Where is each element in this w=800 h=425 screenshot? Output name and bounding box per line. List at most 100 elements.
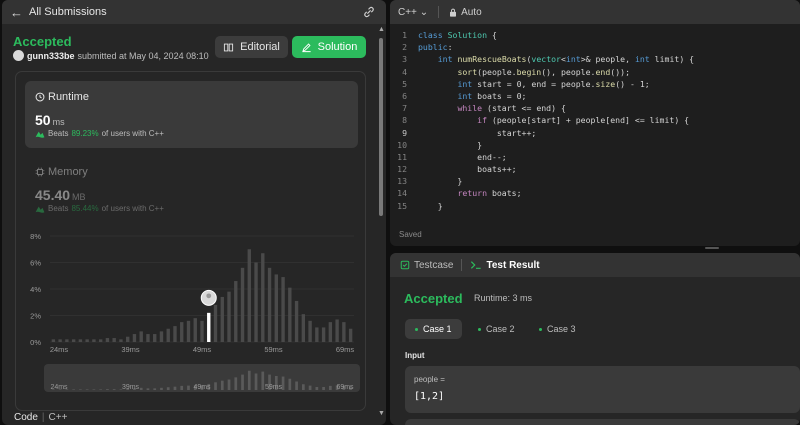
arrow-left-icon[interactable]: ←	[10, 5, 23, 20]
all-submissions-link[interactable]: All Submissions	[29, 6, 107, 18]
line-number: 12	[397, 164, 407, 175]
language-select[interactable]: C++ ⌄	[398, 7, 428, 18]
bar	[193, 318, 197, 342]
mini-bar	[173, 386, 177, 390]
submitter-line: gunn333be submitted at May 04, 2024 08:1…	[13, 50, 209, 61]
runtime-card[interactable]: Runtime 50 ms Beats 89.23% of users with …	[25, 81, 358, 148]
line-number: 11	[397, 151, 407, 162]
line-number: 10	[397, 139, 407, 150]
code-line: 6 int boats = 0;	[390, 90, 800, 102]
tab-test-result[interactable]: Test Result	[470, 260, 540, 271]
bar	[186, 320, 191, 342]
code-text: }	[418, 139, 483, 150]
memory-number: 45.40	[35, 187, 71, 203]
memory-beats-prefix: Beats	[48, 204, 69, 213]
test-result-panel: Testcase Test Result Accepted Runtime: 3…	[390, 253, 800, 425]
username[interactable]: gunn333be	[27, 51, 75, 61]
auto-mode[interactable]: Auto	[449, 7, 482, 18]
scrollbar-thumb[interactable]	[379, 38, 383, 216]
bar	[220, 296, 224, 342]
case-tab-3[interactable]: Case 3	[529, 319, 586, 339]
code-text: class Solution {	[418, 30, 497, 40]
mini-bar	[79, 389, 82, 390]
mini-bar	[220, 380, 224, 390]
line-number: 13	[397, 176, 407, 187]
case-tab-2[interactable]: Case 2	[468, 319, 525, 339]
edit-icon	[301, 42, 311, 52]
runtime-title: Runtime	[35, 91, 89, 103]
code-text: }	[418, 176, 463, 187]
line-number: 9	[402, 127, 407, 138]
editorial-label: Editorial	[240, 41, 280, 53]
code-text: end--;	[418, 151, 507, 162]
bar	[308, 320, 312, 342]
bar	[58, 339, 62, 342]
bar	[65, 339, 69, 342]
x-tick-label: 59ms	[264, 345, 283, 354]
highlight-bar	[207, 312, 211, 342]
code-text: if (people[start] + people[end] <= limit…	[477, 115, 690, 126]
mini-x-tick-label: 24ms	[50, 384, 68, 391]
result-tabs: Testcase Test Result	[390, 253, 800, 277]
runtime-beats-suffix: of users with C++	[101, 129, 164, 138]
bar	[85, 339, 89, 342]
code-line: 12 boats++;	[390, 163, 800, 175]
case-tab-1[interactable]: Case 1	[405, 319, 462, 339]
mini-bar	[106, 389, 109, 390]
x-tick-label: 49ms	[193, 345, 212, 354]
terminal-icon	[471, 261, 482, 269]
app-root: ← All Submissions Accepted gunn333be sub…	[0, 0, 800, 425]
tab-testcase-label: Testcase	[414, 259, 454, 271]
code-line: 4 sort(people.begin(), people.end());	[390, 66, 800, 78]
code-text: int boats = 0;	[457, 90, 527, 101]
line-number: 14	[397, 188, 407, 199]
scroll-up-icon[interactable]: ▲	[378, 26, 385, 33]
editor-header: C++ ⌄ Auto	[390, 0, 800, 24]
mini-bar	[160, 387, 163, 390]
line-number: 2	[402, 42, 407, 53]
solution-label: Solution	[317, 41, 358, 53]
pass-dot	[539, 327, 542, 331]
panel-resize-handle[interactable]	[705, 247, 719, 249]
mini-bar	[187, 385, 190, 390]
code-line: 8 if (people[start] + people[end] <= lim…	[390, 114, 800, 126]
bar	[166, 328, 170, 342]
mini-bar	[254, 373, 258, 390]
bar	[92, 339, 96, 342]
avatar[interactable]	[13, 50, 24, 61]
mini-x-tick-label: 49ms	[193, 384, 211, 391]
scroll-down-icon[interactable]: ▼	[378, 410, 385, 417]
y-tick-label: 2%	[30, 312, 41, 321]
leaf-icon	[35, 131, 45, 138]
chip-icon	[35, 167, 45, 177]
bar	[281, 277, 285, 342]
bar	[213, 304, 218, 342]
code-line: 11 end--;	[390, 151, 800, 163]
bar	[132, 334, 137, 342]
mini-bar	[322, 386, 325, 390]
runtime-beats-pct: 89.23%	[71, 129, 99, 138]
mini-bar	[241, 374, 244, 390]
bar	[227, 291, 231, 342]
mini-x-tick-label: 69ms	[336, 384, 354, 391]
code-line: 13 }	[390, 175, 800, 187]
code-area[interactable]: 1 class Solution { 2 public: 3 int numResc…	[390, 29, 800, 212]
case-label: Case 3	[547, 324, 576, 334]
code-line: 15 }	[390, 200, 800, 212]
bar	[139, 331, 143, 342]
tab-testcase[interactable]: Testcase	[400, 260, 453, 271]
input-box[interactable]: people = [1,2]	[405, 366, 800, 413]
bar	[254, 262, 258, 342]
mini-bar	[153, 388, 157, 390]
editorial-button[interactable]: Editorial	[215, 36, 288, 58]
line-number: 6	[402, 90, 407, 101]
solution-button[interactable]: Solution	[292, 36, 366, 58]
bar	[261, 253, 265, 342]
code-line: 14 return boats;	[390, 187, 800, 199]
bar	[335, 319, 339, 342]
memory-card[interactable]: Memory 45.40 MB Beats 85.44% of users wit…	[25, 156, 358, 216]
code-text: }	[418, 200, 443, 211]
link-icon[interactable]	[362, 5, 376, 19]
runtime-distribution-chart[interactable]: 8% 6% 4% 2% 0% 24ms 39ms 49ms 59ms 69ms 24ms 39ms 49…	[24, 230, 364, 395]
bar	[146, 334, 150, 342]
